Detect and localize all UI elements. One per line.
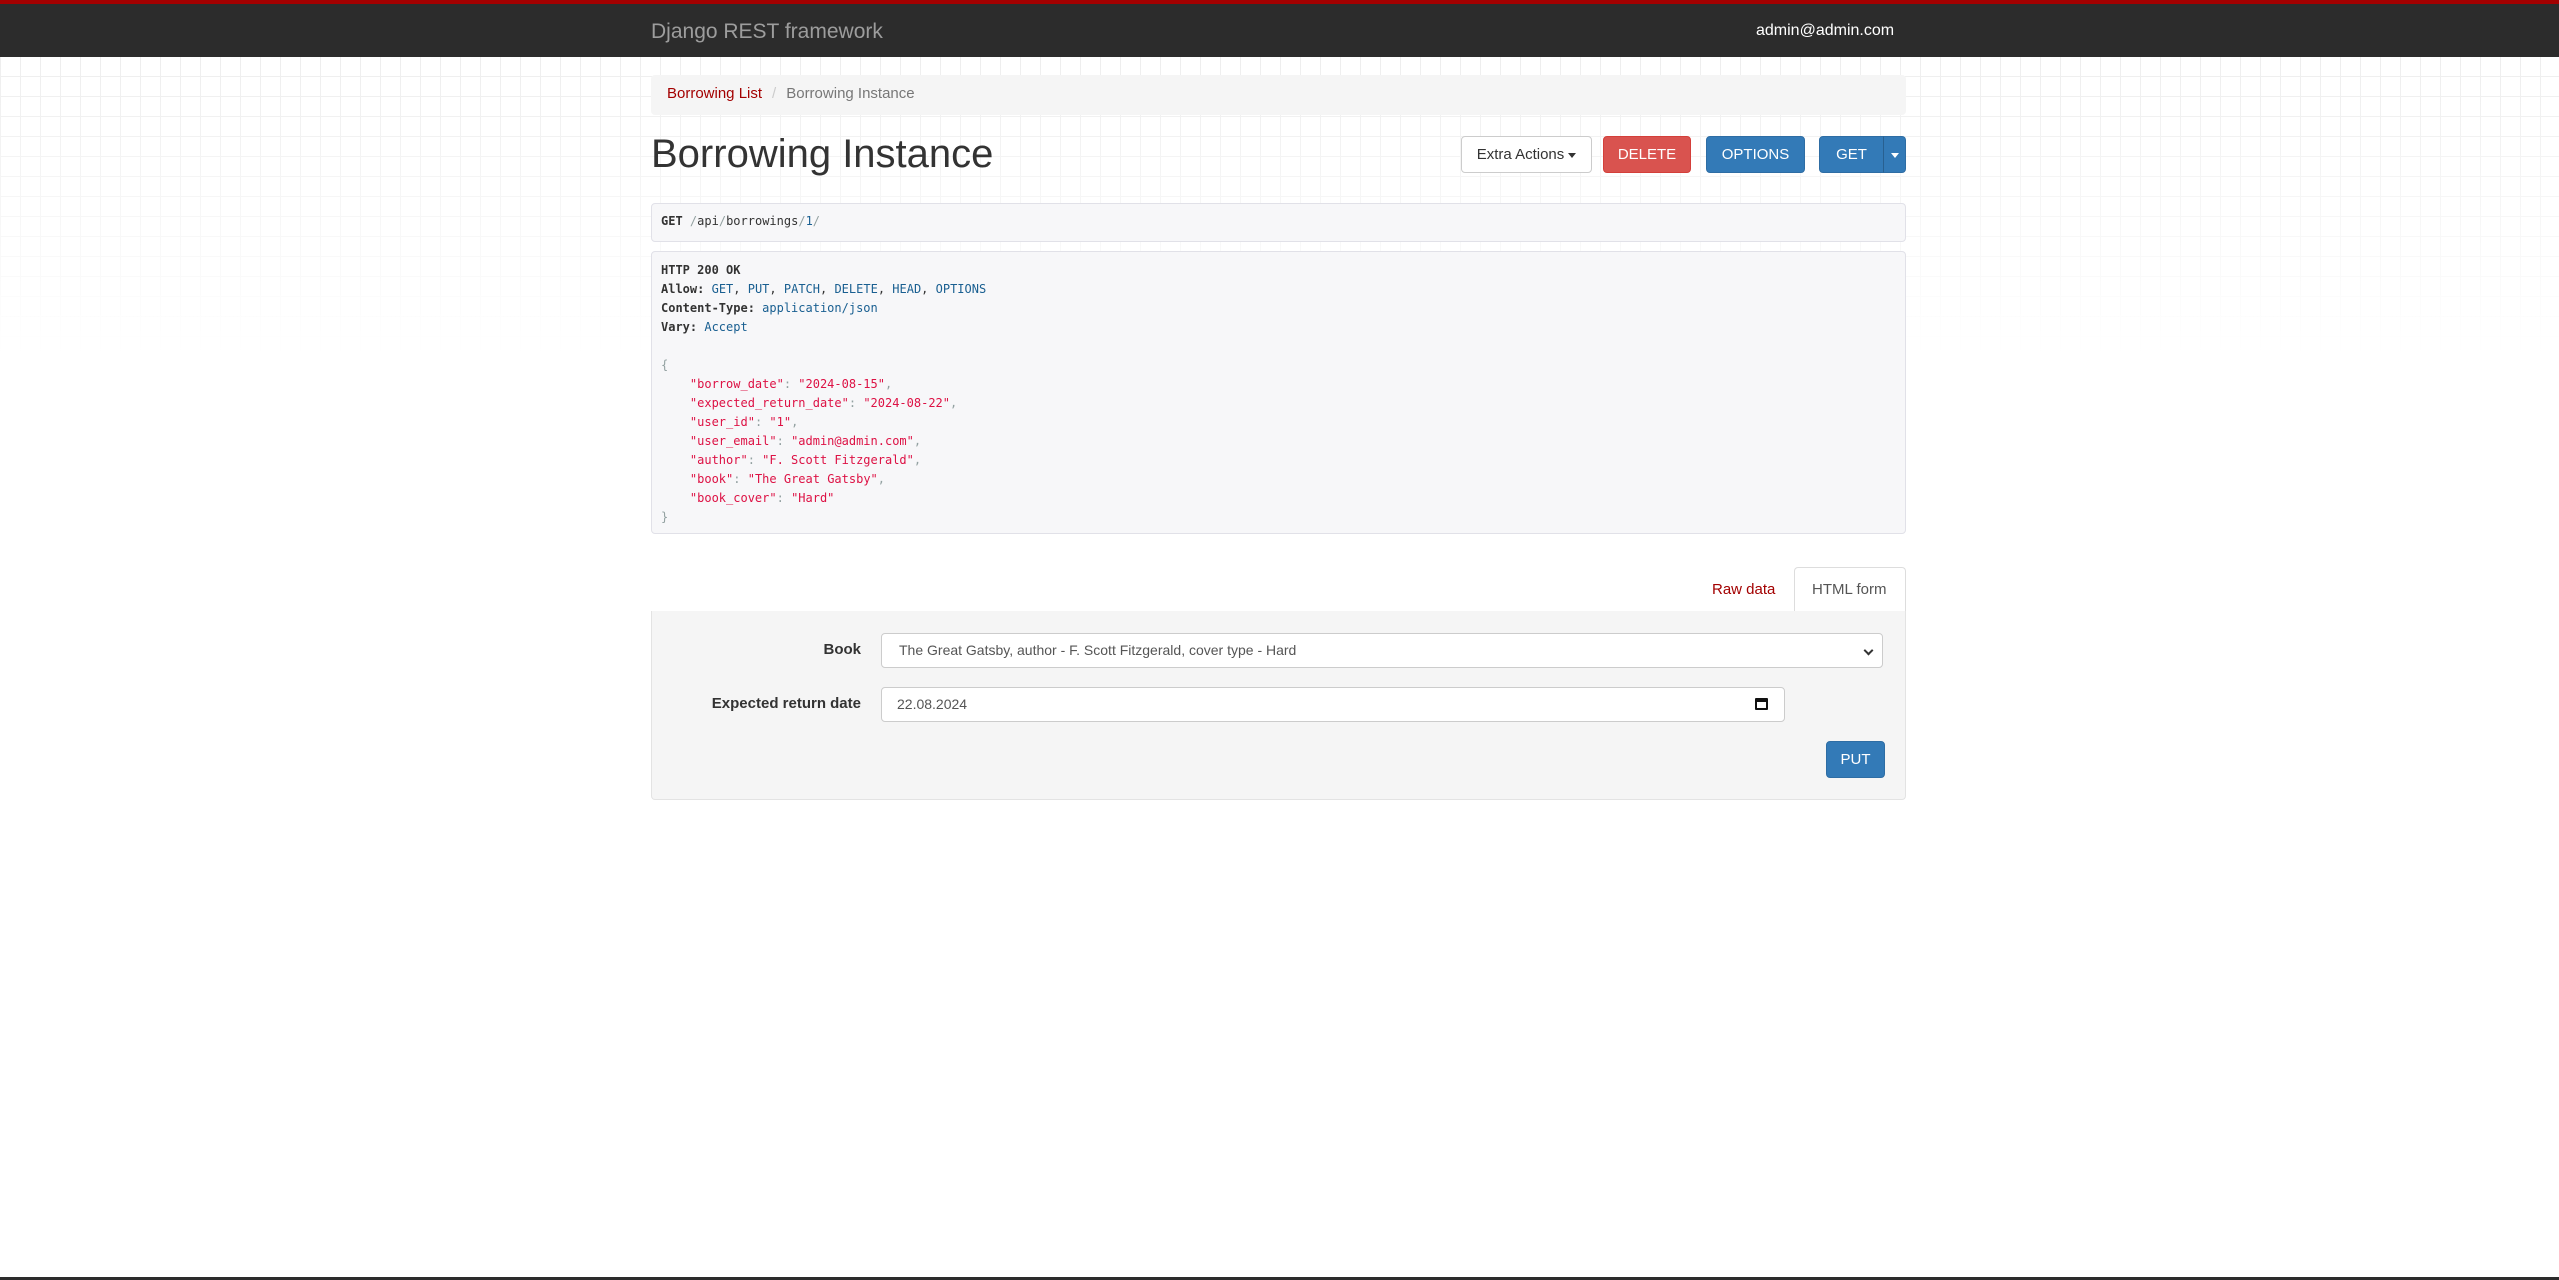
json-key: "book_cover" (689, 491, 777, 505)
json-key: "borrow_date" (689, 377, 784, 391)
json-key: "user_id" (689, 415, 755, 429)
breadcrumb: Borrowing List / Borrowing Instance (651, 75, 1906, 115)
put-button[interactable]: PUT (1826, 741, 1885, 778)
book-select-value: The Great Gatsby, author - F. Scott Fitz… (899, 642, 1297, 658)
extra-actions-button[interactable]: Extra Actions (1461, 136, 1592, 173)
path-link-id[interactable]: 1 (806, 214, 813, 228)
path-link-borrowings[interactable]: borrowings (726, 214, 798, 228)
allow-header-key: Allow: (661, 282, 705, 296)
chevron-down-icon (1863, 645, 1874, 656)
calendar-icon[interactable] (1755, 698, 1768, 710)
response-status: HTTP 200 OK (661, 263, 741, 277)
page-title: Borrowing Instance (651, 132, 994, 176)
options-button[interactable]: OPTIONS (1706, 136, 1805, 173)
request-method: GET (661, 214, 683, 228)
path-sep: / (798, 214, 806, 228)
book-select[interactable]: The Great Gatsby, author - F. Scott Fitz… (881, 633, 1883, 668)
json-key: "author" (689, 453, 748, 467)
path-sep: / (718, 214, 727, 228)
allow-value: PATCH (783, 282, 820, 296)
breadcrumb-item-borrowing-list[interactable]: Borrowing List (667, 85, 762, 102)
caret-down-icon (1568, 152, 1577, 158)
extra-actions-label: Extra Actions (1476, 146, 1565, 163)
json-value: "F. Scott Fitzgerald" (762, 453, 914, 467)
json-close-brace: } (661, 510, 669, 524)
path-sep: / (812, 214, 821, 228)
allow-value: OPTIONS (935, 282, 987, 296)
allow-value: HEAD (892, 282, 922, 296)
allow-value: PUT (747, 282, 770, 296)
vary-header-key: Vary: (661, 320, 698, 334)
json-value: "2024-08-15" (798, 377, 885, 391)
get-format-dropdown[interactable] (1883, 136, 1906, 173)
json-key: "user_email" (689, 434, 777, 448)
request-info: GET /api/borrowings/1/ (651, 203, 1906, 242)
get-button[interactable]: GET (1819, 136, 1884, 173)
json-value: "Hard" (791, 491, 835, 505)
book-label: Book (823, 641, 862, 658)
tab-html-form[interactable]: HTML form (1794, 567, 1906, 613)
expected-return-date-input[interactable]: 22.08.2024 (881, 687, 1785, 722)
json-value: "2024-08-22" (863, 396, 951, 410)
navbar: Django REST framework admin@admin.com (0, 0, 2559, 57)
delete-button[interactable]: DELETE (1603, 136, 1691, 173)
vary-value: Accept (704, 320, 748, 334)
json-value: "The Great Gatsby" (747, 472, 878, 486)
allow-value: DELETE (834, 282, 878, 296)
allow-value: GET (711, 282, 734, 296)
response-info: HTTP 200 OK Allow: GET, PUT, PATCH, DELE… (651, 251, 1906, 534)
content-type-value: application/json (762, 301, 878, 315)
breadcrumb-separator: / (772, 85, 777, 102)
json-key: "expected_return_date" (689, 396, 849, 410)
json-value: "1" (769, 415, 792, 429)
html-form: Book The Great Gatsby, author - F. Scott… (651, 611, 1906, 800)
caret-down-icon (1890, 152, 1899, 158)
json-open-brace: { (661, 358, 669, 372)
json-value: "admin@admin.com" (791, 434, 914, 448)
date-value: 22.08.2024 (897, 696, 968, 712)
breadcrumb-item-current: Borrowing Instance (786, 85, 915, 102)
content-type-header-key: Content-Type: (661, 301, 755, 315)
json-key: "book" (689, 472, 734, 486)
tab-raw-data[interactable]: Raw data (1694, 567, 1793, 612)
path-link-api[interactable]: api (697, 214, 719, 228)
brand-link[interactable]: Django REST framework (651, 20, 883, 44)
expected-return-date-label: Expected return date (711, 695, 861, 712)
form-tabs: Raw data HTML form (651, 567, 1906, 613)
user-menu[interactable]: admin@admin.com (1756, 22, 1894, 40)
